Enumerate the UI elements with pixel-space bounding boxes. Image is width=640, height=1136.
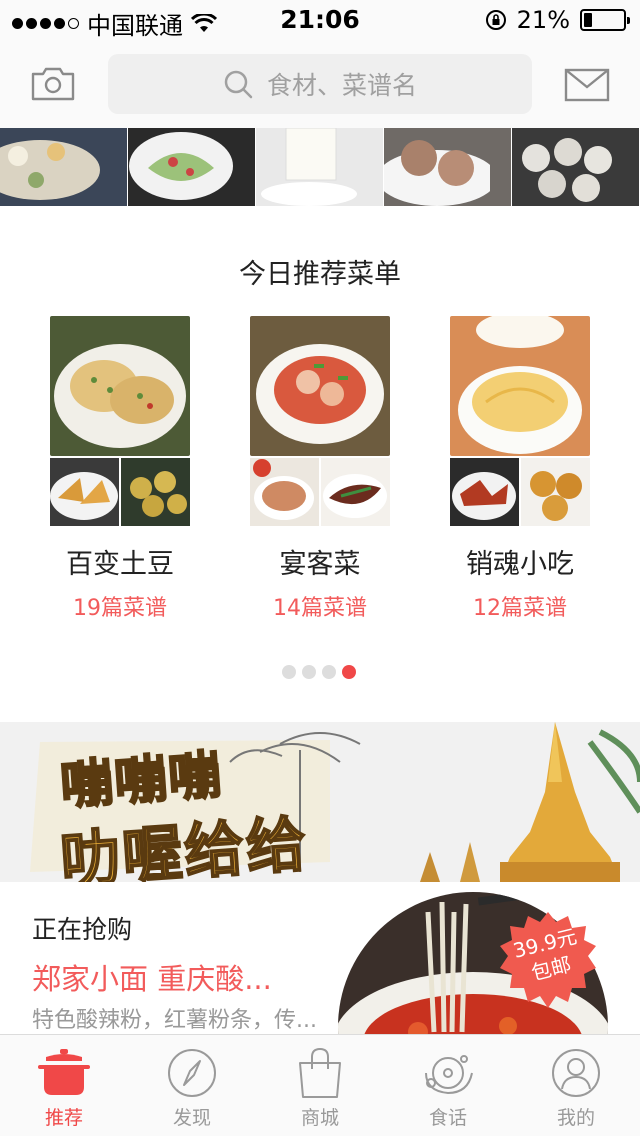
flash-sale-product-name: 郑家小面 重庆酸...: [32, 962, 272, 996]
menu-card[interactable]: 百变土豆 19篇菜谱: [50, 316, 190, 621]
menu-thumbnail: [50, 458, 119, 526]
menu-cover-image: [50, 316, 190, 456]
planet-icon: [425, 1055, 473, 1095]
camera-icon[interactable]: [30, 66, 76, 102]
flash-sale-description: 特色酸辣粉，红薯粉条，传...: [32, 1008, 317, 1033]
flash-sale-title: 正在抢购: [32, 915, 133, 944]
shopping-bag-icon: [299, 1047, 341, 1098]
mail-icon[interactable]: [564, 68, 610, 102]
page-dot[interactable]: [302, 665, 316, 679]
menu-cover-image: [250, 316, 390, 456]
search-icon: [224, 70, 253, 99]
tab-bar: 推荐 发现 商城 食话 我的: [0, 1034, 640, 1136]
menu-name: 销魂小吃: [466, 549, 574, 580]
recommended-menus: 百变土豆 19篇菜谱 宴客菜 14篇菜谱 销魂小吃 12篇菜谱: [50, 316, 590, 626]
page-dot[interactable]: [282, 665, 296, 679]
header: 食材、菜谱名: [0, 40, 640, 128]
menu-name: 宴客菜: [279, 549, 361, 580]
menu-thumbnail: [450, 458, 519, 526]
tab-discover[interactable]: 发现: [128, 1035, 256, 1136]
menu-recipe-count: 19篇菜谱: [73, 596, 167, 621]
tab-label: 商城: [300, 1107, 339, 1129]
promo-banner[interactable]: 嘣嘣嘣 叻喔给给: [0, 722, 640, 882]
category-image[interactable]: [0, 128, 128, 206]
menu-thumbnail: [321, 458, 390, 526]
menu-thumbnail: [521, 458, 590, 526]
compass-icon: [168, 1049, 216, 1097]
menu-name: 百变土豆: [66, 549, 174, 580]
tab-recommend[interactable]: 推荐: [0, 1035, 128, 1136]
battery-icon: [580, 9, 630, 31]
menu-thumbnail: [250, 458, 319, 526]
category-image[interactable]: [384, 128, 512, 206]
menu-card[interactable]: 销魂小吃 12篇菜谱: [450, 316, 590, 621]
page-dot-active[interactable]: [342, 665, 356, 679]
user-icon: [552, 1049, 600, 1097]
tab-label: 发现: [172, 1107, 211, 1129]
rotation-lock-icon: [485, 10, 506, 30]
search-bar[interactable]: 食材、菜谱名: [108, 54, 532, 114]
status-bar: 中国联通 21:06 21%: [0, 0, 640, 40]
tab-food-talk[interactable]: 食话: [384, 1035, 512, 1136]
flash-sale[interactable]: 正在抢购 郑家小面 重庆酸... 特色酸辣粉，红薯粉条，传... 39.9元 包…: [0, 882, 640, 1034]
tab-label: 食话: [428, 1107, 467, 1129]
tab-label: 我的: [556, 1107, 595, 1129]
page-indicator: [282, 665, 356, 679]
category-image-strip: [0, 128, 640, 206]
battery-percent: 21%: [516, 6, 570, 34]
status-right: 21%: [485, 6, 630, 34]
menu-recipe-count: 12篇菜谱: [473, 596, 567, 621]
menu-card[interactable]: 宴客菜 14篇菜谱: [250, 316, 390, 621]
category-image[interactable]: [128, 128, 256, 206]
category-image[interactable]: [256, 128, 384, 206]
pot-icon: [38, 1049, 90, 1095]
page-dot[interactable]: [322, 665, 336, 679]
menu-cover-image: [450, 316, 590, 456]
section-title: 今日推荐菜单: [239, 259, 401, 290]
category-image[interactable]: [512, 128, 640, 206]
tab-label: 推荐: [44, 1107, 83, 1129]
menu-recipe-count: 14篇菜谱: [273, 596, 367, 621]
tab-me[interactable]: 我的: [512, 1035, 640, 1136]
menu-thumbnail: [121, 458, 190, 526]
search-placeholder: 食材、菜谱名: [266, 71, 417, 100]
tab-mall[interactable]: 商城: [256, 1035, 384, 1136]
